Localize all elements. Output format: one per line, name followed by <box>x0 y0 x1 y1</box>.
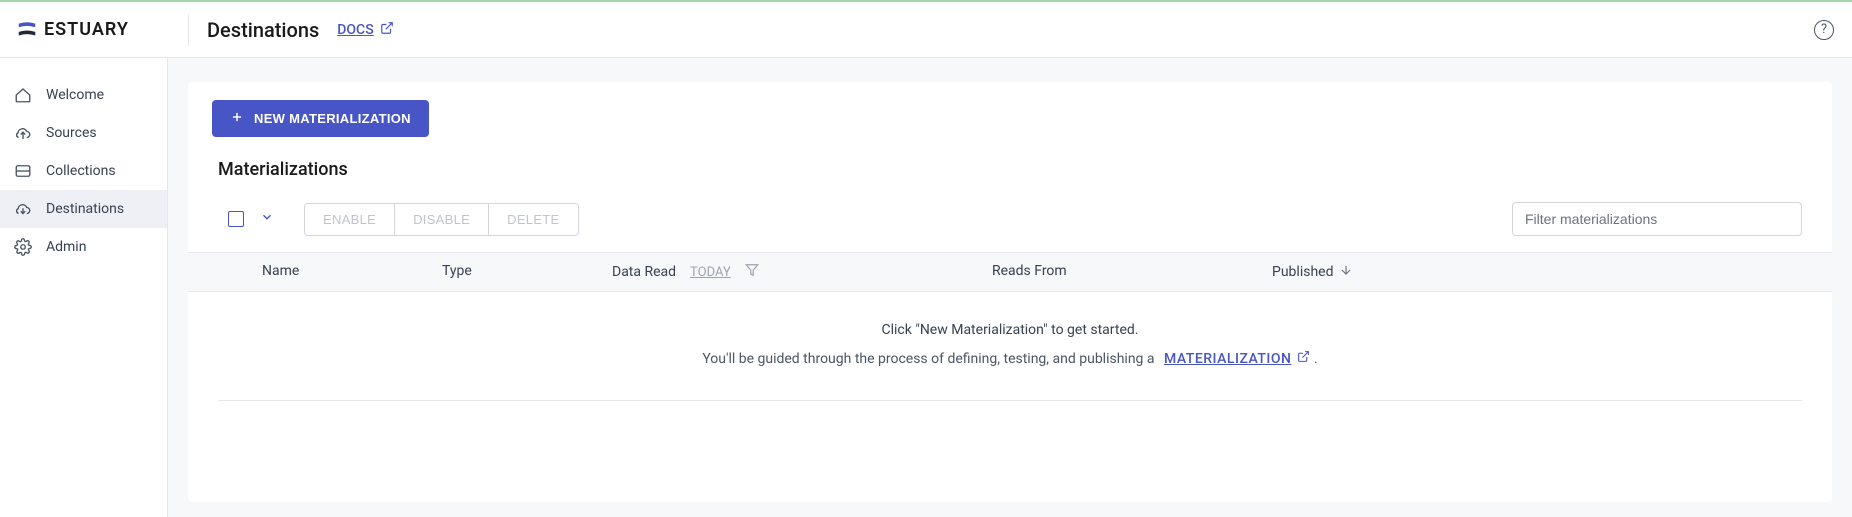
plus-icon <box>230 110 244 127</box>
published-label: Published <box>1272 264 1333 280</box>
content-card: NEW MATERIALIZATION Materializations ENA… <box>188 82 1832 502</box>
column-header-published[interactable]: Published <box>1272 263 1353 281</box>
sidebar-item-admin[interactable]: Admin <box>0 228 167 266</box>
cloud-download-icon <box>14 200 32 218</box>
materialization-docs-link[interactable]: MATERIALIZATION <box>1164 348 1310 370</box>
sidebar-item-label: Sources <box>46 125 97 141</box>
empty-desc-suffix: . <box>1314 351 1318 367</box>
column-header-reads-from[interactable]: Reads From <box>992 263 1272 281</box>
filter-icon[interactable] <box>745 263 759 281</box>
materialization-link-label: MATERIALIZATION <box>1164 348 1291 370</box>
database-icon <box>14 162 32 180</box>
data-read-label: Data Read <box>612 264 676 280</box>
select-all-checkbox[interactable] <box>228 211 244 227</box>
sidebar-item-label: Admin <box>46 239 86 255</box>
body: Welcome Sources <box>0 58 1852 517</box>
toolbar: ENABLE DISABLE DELETE <box>188 202 1832 236</box>
bulk-action-buttons: ENABLE DISABLE DELETE <box>304 203 579 236</box>
delete-button[interactable]: DELETE <box>488 204 577 235</box>
sidebar-item-label: Collections <box>46 163 116 179</box>
empty-state-title: Click "New Materialization" to get start… <box>218 322 1802 338</box>
empty-state-description: You'll be guided through the process of … <box>218 348 1802 370</box>
help-icon[interactable]: ? <box>1814 20 1834 40</box>
data-read-period[interactable]: TODAY <box>690 265 731 280</box>
sidebar-item-label: Welcome <box>46 87 104 103</box>
column-header-name[interactable]: Name <box>262 263 442 281</box>
empty-state: Click "New Materialization" to get start… <box>218 292 1802 401</box>
home-icon <box>14 86 32 104</box>
sidebar-item-destinations[interactable]: Destinations <box>0 190 167 228</box>
sidebar-item-welcome[interactable]: Welcome <box>0 76 167 114</box>
column-header-data-read[interactable]: Data Read TODAY <box>612 263 992 281</box>
header-divider <box>188 14 189 46</box>
enable-button[interactable]: ENABLE <box>305 204 394 235</box>
cloud-upload-icon <box>14 124 32 142</box>
logo-text: ESTUARY <box>44 19 129 40</box>
gear-icon <box>14 238 32 256</box>
sidebar-item-collections[interactable]: Collections <box>0 152 167 190</box>
external-link-icon <box>380 21 394 39</box>
sidebar: Welcome Sources <box>0 58 168 517</box>
main-content: NEW MATERIALIZATION Materializations ENA… <box>168 58 1852 517</box>
section-title: Materializations <box>218 159 1832 180</box>
header: ESTUARY Destinations DOCS ? <box>0 2 1852 58</box>
column-header-type[interactable]: Type <box>442 263 612 281</box>
estuary-logo-icon <box>16 19 38 41</box>
new-materialization-button[interactable]: NEW MATERIALIZATION <box>212 100 429 137</box>
filter-input[interactable] <box>1512 202 1802 236</box>
docs-link-label: DOCS <box>337 22 373 38</box>
logo-section: ESTUARY <box>16 19 184 41</box>
docs-link[interactable]: DOCS <box>337 21 393 39</box>
page-title: Destinations <box>207 18 319 42</box>
sidebar-item-sources[interactable]: Sources <box>0 114 167 152</box>
external-link-icon <box>1297 348 1310 370</box>
new-button-label: NEW MATERIALIZATION <box>254 111 411 126</box>
table-header: Name Type Data Read TODAY Reads From P <box>188 252 1832 292</box>
empty-desc-prefix: You'll be guided through the process of … <box>702 351 1154 367</box>
app-root: ESTUARY Destinations DOCS ? <box>0 0 1852 517</box>
sort-descending-icon <box>1339 263 1353 281</box>
disable-button[interactable]: DISABLE <box>394 204 488 235</box>
logo[interactable]: ESTUARY <box>16 19 129 41</box>
sidebar-item-label: Destinations <box>46 201 124 217</box>
chevron-down-icon[interactable] <box>260 210 274 228</box>
